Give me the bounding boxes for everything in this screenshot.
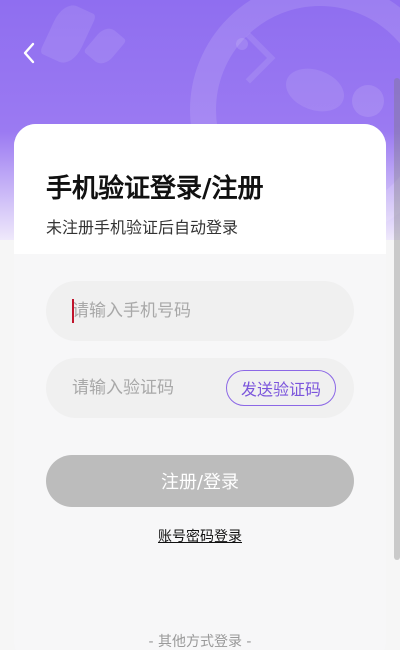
- login-card: 手机验证登录/注册 未注册手机验证后自动登录 发送验证码 注册/登录 账号密码登…: [14, 124, 386, 650]
- phone-field[interactable]: [46, 281, 354, 341]
- decorative-dot: [236, 38, 248, 50]
- decorative-sparkle: [39, 0, 97, 68]
- scrollbar[interactable]: [394, 78, 400, 560]
- decorative-sparkle: [83, 23, 127, 69]
- text-caret: [72, 299, 74, 323]
- chevron-left-icon: [23, 42, 35, 64]
- decorative-blob: [352, 85, 384, 117]
- verification-code-field[interactable]: 发送验证码: [46, 358, 354, 418]
- register-login-button[interactable]: 注册/登录: [46, 455, 354, 507]
- verification-code-input[interactable]: [72, 358, 212, 418]
- page-subtitle: 未注册手机验证后自动登录: [46, 218, 239, 237]
- send-code-button[interactable]: 发送验证码: [225, 370, 336, 406]
- phone-input[interactable]: [72, 281, 332, 341]
- page-title: 手机验证登录/注册: [46, 174, 264, 204]
- back-button[interactable]: [14, 38, 44, 68]
- password-login-link[interactable]: 账号密码登录: [14, 526, 386, 546]
- other-login-label: - 其他方式登录 -: [148, 634, 252, 650]
